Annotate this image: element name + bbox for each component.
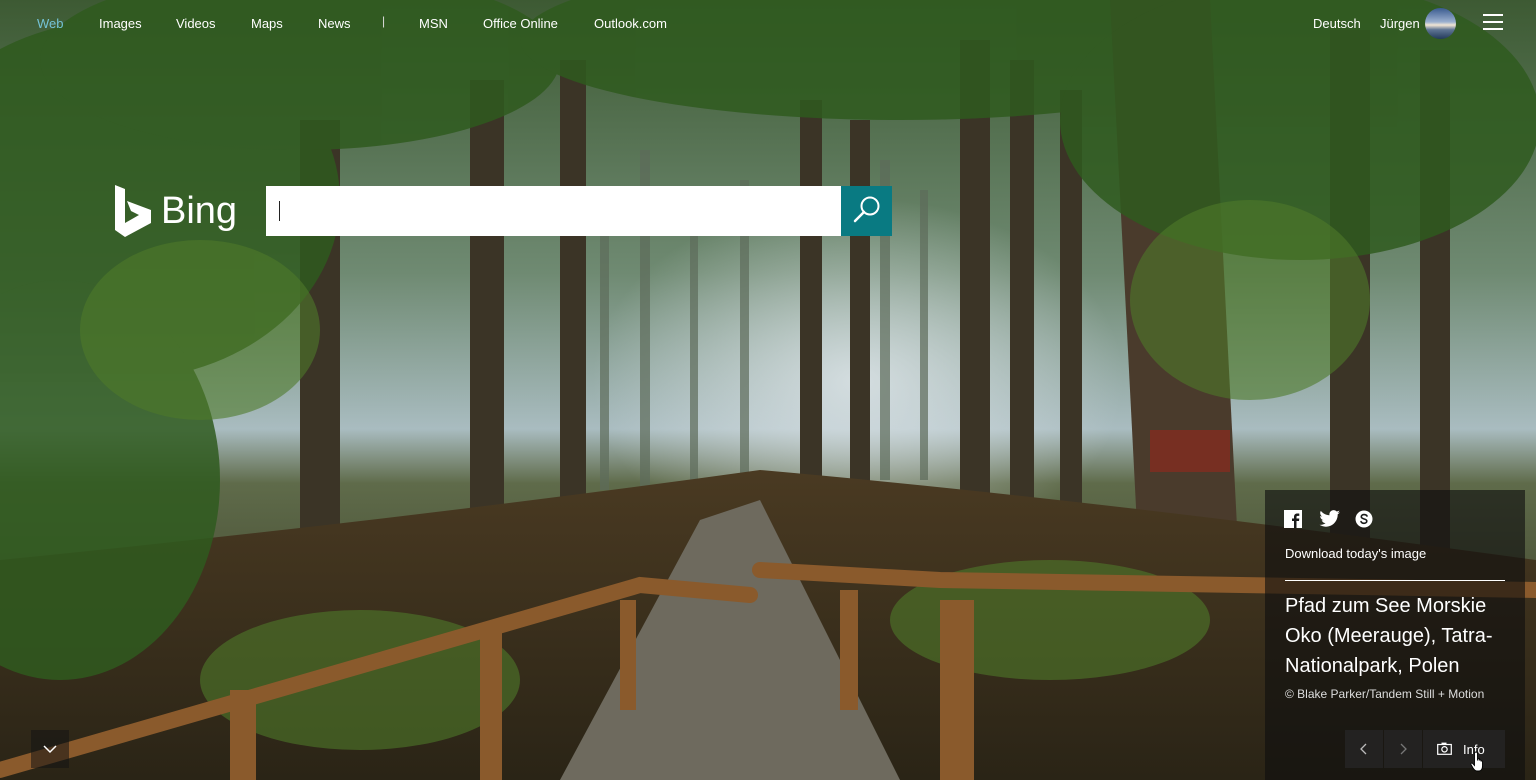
download-image-link[interactable]: Download today's image xyxy=(1285,546,1426,561)
top-navigation: Web Images Videos Maps News | MSN Office… xyxy=(0,0,1536,46)
divider xyxy=(1285,580,1505,581)
search-button[interactable] xyxy=(841,186,892,236)
search-input[interactable] xyxy=(276,186,835,238)
bing-logo-icon xyxy=(115,185,151,237)
image-info-panel: Download today's image Pfad zum See Mors… xyxy=(1265,490,1525,780)
nav-web[interactable]: Web xyxy=(37,16,64,31)
camera-icon xyxy=(1437,742,1452,755)
nav-videos[interactable]: Videos xyxy=(176,16,216,31)
bing-logo[interactable]: Bing xyxy=(113,185,243,237)
next-image-button[interactable] xyxy=(1384,730,1422,768)
nav-separator: | xyxy=(382,14,386,28)
nav-news[interactable]: News xyxy=(318,16,351,31)
language-switch[interactable]: Deutsch xyxy=(1313,16,1361,31)
scroll-down-button[interactable] xyxy=(31,730,69,768)
info-button[interactable]: Info xyxy=(1423,730,1505,768)
image-copyright: © Blake Parker/Tandem Still + Motion xyxy=(1285,687,1485,701)
image-caption[interactable]: Pfad zum See Morskie Oko (Meerauge), Tat… xyxy=(1285,591,1510,681)
facebook-icon[interactable] xyxy=(1284,510,1302,528)
search-box xyxy=(266,186,841,238)
text-cursor xyxy=(279,201,280,221)
nav-maps[interactable]: Maps xyxy=(251,16,283,31)
chevron-right-icon xyxy=(1400,743,1407,755)
chevron-down-icon xyxy=(43,745,57,754)
previous-image-button[interactable] xyxy=(1345,730,1383,768)
nav-office-online[interactable]: Office Online xyxy=(483,16,558,31)
nav-msn[interactable]: MSN xyxy=(419,16,448,31)
search-icon xyxy=(853,196,880,223)
skype-icon[interactable] xyxy=(1355,510,1373,528)
nav-images[interactable]: Images xyxy=(99,16,142,31)
avatar[interactable] xyxy=(1425,8,1456,39)
user-name[interactable]: Jürgen xyxy=(1380,16,1420,31)
hand-cursor-icon xyxy=(1470,751,1483,772)
chevron-left-icon xyxy=(1360,743,1367,755)
twitter-icon[interactable] xyxy=(1319,510,1341,528)
nav-outlook[interactable]: Outlook.com xyxy=(594,16,667,31)
hamburger-menu-icon[interactable] xyxy=(1483,14,1503,30)
bing-logo-text: Bing xyxy=(161,190,238,232)
